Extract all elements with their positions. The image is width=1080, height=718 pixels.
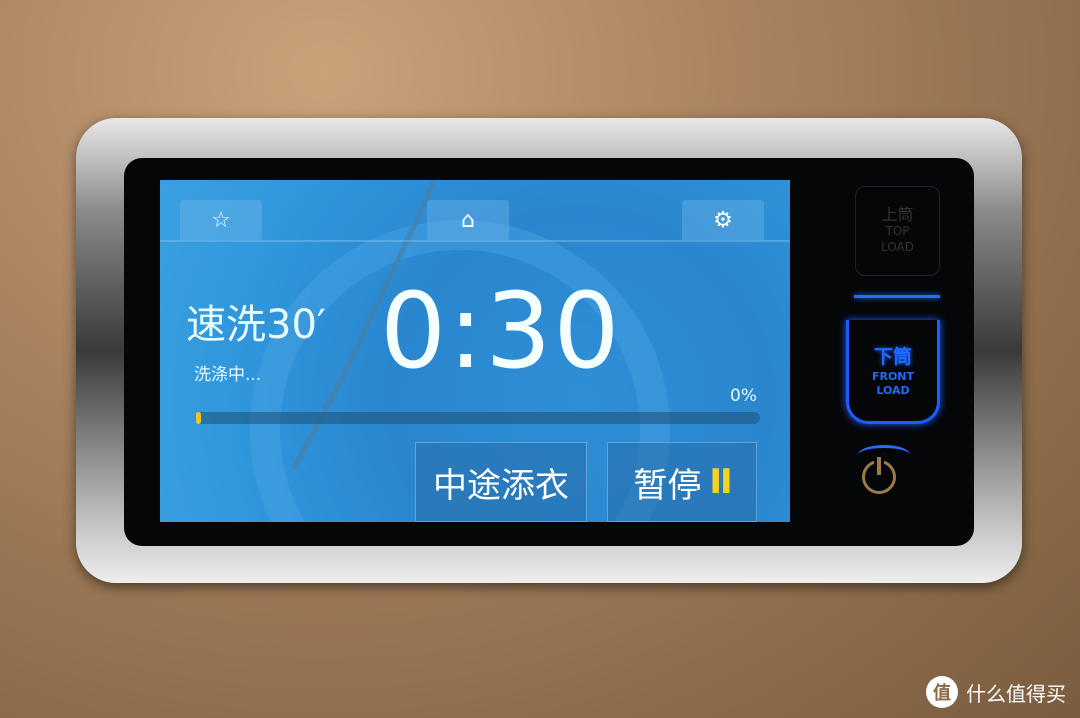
pause-label: 暂停 [633, 465, 702, 506]
wash-status: 洗涤中... [194, 365, 262, 385]
top-load-en2: LOAD [881, 240, 914, 254]
watermark-logo: 值 [926, 676, 958, 708]
divider [160, 240, 790, 242]
add-clothes-button[interactable]: 中途添衣 [415, 442, 587, 522]
top-load-en: TOP [885, 224, 910, 238]
progress-bar [196, 412, 760, 424]
touch-screen: ☆ ⌂ ⚙ 速洗30′ 洗涤中... 0:30 0% 中途添衣 暂停 II [160, 180, 790, 522]
home-icon: ⌂ [461, 207, 475, 233]
front-load-button[interactable]: 下筒 FRONT LOAD [846, 320, 940, 424]
progress-fill [196, 412, 201, 424]
front-load-en2: LOAD [876, 384, 910, 397]
star-icon: ☆ [211, 207, 231, 233]
add-clothes-label: 中途添衣 [433, 465, 569, 506]
gear-icon: ⚙ [713, 207, 733, 233]
home-tab[interactable]: ⌂ [427, 200, 509, 240]
remaining-time: 0:30 [380, 270, 622, 392]
watermark: 值 什么值得买 [926, 676, 1066, 708]
pause-button[interactable]: 暂停 II [607, 442, 757, 522]
top-load-cn: 上筒 [881, 205, 914, 224]
watermark-text: 什么值得买 [966, 681, 1066, 706]
top-load-button[interactable]: 上筒 TOP LOAD [855, 186, 940, 276]
pause-icon: II [709, 462, 732, 502]
progress-percent: 0% [730, 386, 757, 406]
front-load-cn: 下筒 [873, 346, 912, 368]
favorites-tab[interactable]: ☆ [180, 200, 262, 240]
power-icon[interactable] [862, 457, 896, 494]
front-load-en: FRONT [871, 370, 915, 383]
program-name: 速洗30′ [186, 302, 326, 348]
divider-light [854, 295, 940, 298]
settings-tab[interactable]: ⚙ [682, 200, 764, 240]
